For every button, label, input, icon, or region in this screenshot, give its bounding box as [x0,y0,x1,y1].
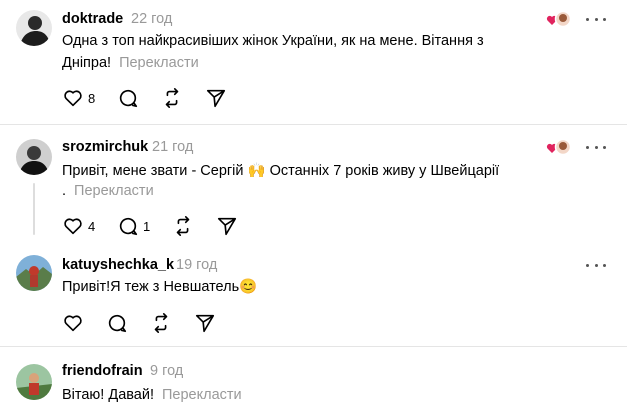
post-text-line: . Перекласти [62,180,154,202]
translate-link[interactable]: Перекласти [119,55,199,71]
post-katuyshechka_k: katuyshechka_k 19 год Привіт!Я теж з Нев… [0,250,627,346]
comment-icon [108,314,127,333]
heart-icon [64,315,82,332]
timestamp[interactable]: 9 год [150,363,183,379]
timestamp[interactable]: 19 год [176,257,217,273]
username[interactable]: srozmirchuk [62,139,148,155]
reply-button[interactable] [106,312,128,334]
like-button[interactable]: 8 [62,87,95,109]
liked-by-author-icon [546,10,574,28]
post-friendofrain: friendofrain 9 год Вітаю! Давай! Переклас… [0,347,627,408]
timestamp[interactable]: 21 год [152,139,193,155]
translate-link[interactable]: Перекласти [74,183,154,199]
like-count: 4 [88,218,96,234]
timestamp[interactable]: 22 год [131,11,172,27]
more-options-icon[interactable] [586,140,606,154]
heart-icon [64,218,82,235]
post-text-line: Привіт!Я теж з Невшатель😊 [62,279,258,295]
username[interactable]: katuyshechka_k [62,257,174,273]
post-text-line: Вітаю! Давай! Перекласти [62,384,242,406]
share-button[interactable] [205,87,227,109]
post-doktrade: doktrade 22 год Одна з топ найкрасивіших… [0,0,627,124]
username[interactable]: doktrade [62,11,123,27]
repost-icon [154,313,168,333]
translate-link[interactable]: Перекласти [162,387,242,403]
share-button[interactable] [216,215,238,237]
repost-button[interactable] [150,312,172,334]
send-icon [206,89,226,108]
reply-button[interactable] [117,87,139,109]
avatar[interactable] [16,364,52,400]
repost-icon [176,216,190,236]
reply-button[interactable]: 1 [117,215,150,237]
heart-icon [64,90,82,107]
comment-icon [119,217,138,236]
post-text-line: Одна з топ найкрасивіших жінок України, … [62,33,484,49]
post-srozmirchuk: srozmirchuk 21 год Привіт, мене звати - … [0,125,627,241]
avatar[interactable] [16,10,52,46]
repost-button[interactable] [161,87,183,109]
avatar[interactable] [16,255,52,291]
more-options-icon[interactable] [586,12,606,26]
post-text-line: Привіт, мене звати - Сергій 🙌 Останніх 7… [62,163,500,179]
post-text: . [62,183,67,199]
share-button[interactable] [194,312,216,334]
post-text: Вітаю! Давай! [62,387,154,403]
like-button[interactable]: 4 [62,215,95,237]
avatar[interactable] [16,139,52,175]
username[interactable]: friendofrain [62,363,143,379]
like-count: 8 [88,90,96,106]
send-icon [195,314,215,333]
liked-by-author-icon [546,138,574,156]
post-text-line: Дніпра! Перекласти [62,52,199,74]
reply-count: 1 [143,218,151,234]
post-text: Дніпра! [62,55,112,71]
repost-icon [165,88,179,108]
thread-line [33,183,35,235]
like-button[interactable] [62,312,84,334]
send-icon [217,217,237,236]
comment-icon [119,89,138,108]
more-options-icon[interactable] [586,258,606,272]
repost-button[interactable] [172,215,194,237]
